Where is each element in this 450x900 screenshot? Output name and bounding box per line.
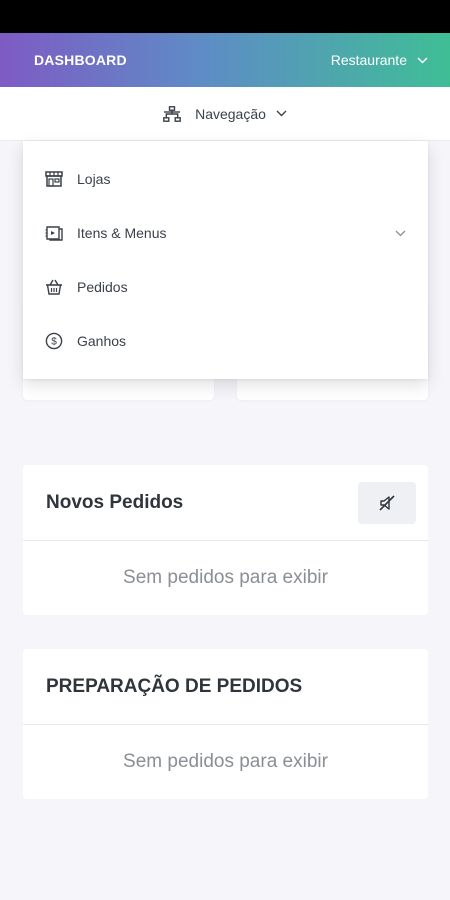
new-orders-empty-state: Sem pedidos para exibir — [123, 567, 328, 588]
basket-icon — [45, 279, 65, 295]
dashboard-title: DASHBOARD — [34, 52, 127, 68]
prep-orders-card: PREPARAÇÃO DE PEDIDOS Sem pedidos para e… — [23, 649, 428, 799]
menu-item-label: Ganhos — [77, 333, 127, 349]
status-bar — [0, 0, 450, 33]
restaurant-label: Restaurante — [330, 52, 407, 68]
chevron-down-icon — [417, 57, 428, 64]
new-orders-title: Novos Pedidos — [46, 491, 184, 513]
chevron-down-icon — [276, 110, 287, 117]
mute-sound-button[interactable] — [358, 481, 416, 524]
menu-item-pedidos[interactable]: Pedidos — [23, 260, 428, 314]
prep-orders-title: PREPARAÇÃO DE PEDIDOS — [46, 675, 303, 697]
prep-orders-header: PREPARAÇÃO DE PEDIDOS — [23, 649, 428, 725]
restaurant-selector[interactable]: Restaurante — [331, 52, 428, 68]
menu-item-label: Lojas — [77, 171, 111, 187]
menu-item-itens-menus[interactable]: Itens & Menus — [23, 206, 428, 260]
store-icon — [45, 171, 65, 187]
navigation-toggle[interactable]: Navegação — [163, 106, 287, 122]
navigation-dropdown-menu: Lojas Itens & Menus Pedidos $ Ganhos — [23, 141, 428, 379]
app-header: DASHBOARD Restaurante — [0, 33, 450, 87]
volume-mute-icon — [378, 494, 396, 512]
sitemap-icon — [163, 105, 181, 122]
menu-item-ganhos[interactable]: $ Ganhos — [23, 314, 428, 368]
chevron-down-icon — [395, 230, 406, 237]
menu-item-lojas[interactable]: Lojas — [23, 152, 428, 206]
new-orders-header: Novos Pedidos — [23, 465, 428, 541]
new-orders-card: Novos Pedidos Sem pedidos para exibir — [23, 465, 428, 615]
navigation-label: Navegação — [195, 105, 266, 122]
menu-item-label: Pedidos — [77, 279, 128, 295]
navigation-bar: Navegação — [0, 87, 450, 141]
menu-book-icon — [45, 225, 65, 241]
prep-orders-empty-state: Sem pedidos para exibir — [123, 751, 328, 772]
menu-item-label: Itens & Menus — [77, 225, 167, 241]
svg-text:$: $ — [51, 337, 57, 348]
dollar-circle-icon: $ — [45, 332, 65, 350]
